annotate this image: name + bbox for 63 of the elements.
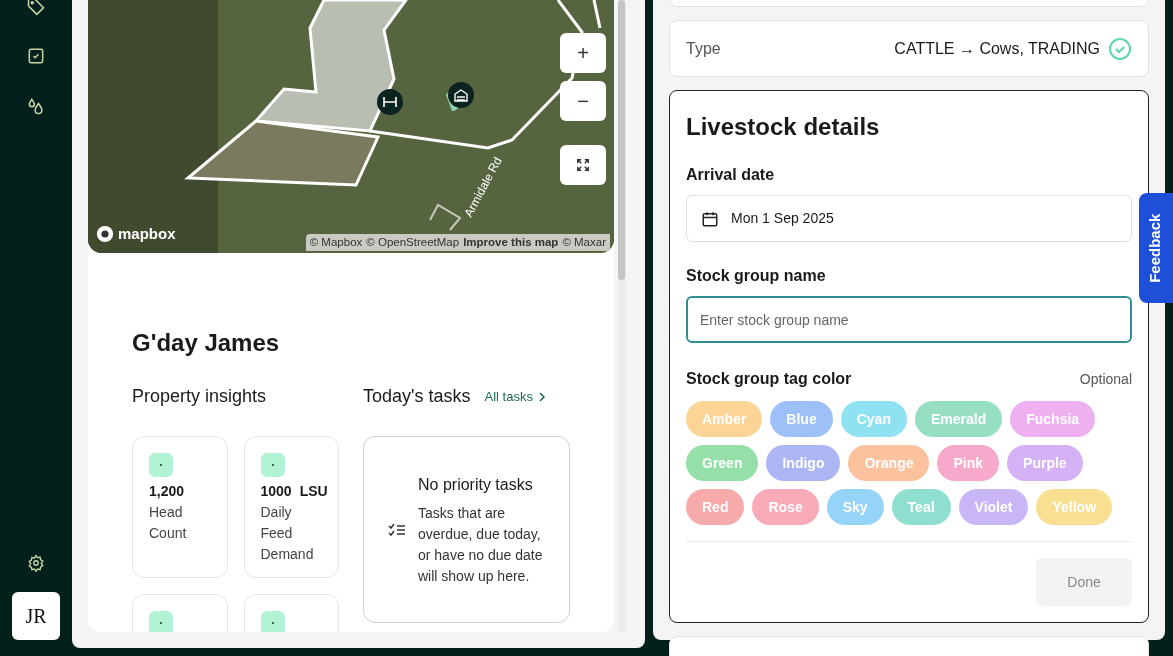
mapbox-logo-text: mapbox <box>118 223 176 244</box>
livestock-heading: Livestock details <box>686 112 881 142</box>
checkbox-icon[interactable] <box>26 46 46 66</box>
tag-color-chip[interactable]: Red <box>686 489 745 525</box>
arrival-date-field[interactable]: Mon 1 Sep 2025 <box>686 195 1132 242</box>
arrival-label: Arrival date <box>686 165 776 185</box>
all-tasks-link[interactable]: All tasks <box>484 386 547 407</box>
insight-value: 1000 <box>260 482 292 501</box>
insight-label: Daily Feed Demand <box>260 503 315 564</box>
settings-icon[interactable] <box>27 554 45 572</box>
insight-icon <box>149 611 173 632</box>
insight-card[interactable]: 1,200 Head Count <box>132 436 228 578</box>
tasks-heading: Today's tasks <box>363 385 471 408</box>
stock-group-name-input[interactable]: Enter stock group name <box>686 296 1132 343</box>
type-value: CATTLE → Cows, TRADING <box>894 38 1100 59</box>
attribution-link[interactable]: © Maxar <box>562 233 606 251</box>
empty-description: Tasks that are overdue, due today, or have no due date will show up here. <box>418 503 544 586</box>
feedback-tab[interactable]: Feedback <box>1139 193 1173 303</box>
tag-color-chip[interactable]: Violet <box>958 489 1029 525</box>
empty-title: No priority tasks <box>418 474 534 495</box>
zoom-out-button[interactable]: − <box>560 81 606 121</box>
name-label: Stock group name <box>686 266 827 286</box>
tag-color-chip[interactable]: Teal <box>891 489 951 525</box>
mapbox-logo-icon <box>96 224 114 243</box>
tag-color-chip[interactable]: Yellow <box>1036 489 1113 525</box>
insight-value: 1,200 <box>149 482 185 501</box>
fullscreen-icon <box>576 158 590 172</box>
zoom-in-button[interactable]: + <box>560 33 606 73</box>
insight-icon <box>260 611 285 632</box>
attribution-link[interactable]: Improve this map <box>463 233 559 251</box>
type-row[interactable]: Type CATTLE → Cows, TRADING <box>669 20 1149 77</box>
tag-color-chip[interactable]: Emerald <box>914 401 1003 437</box>
calendar-icon <box>701 209 719 228</box>
tag-color-chip[interactable]: Purple <box>1007 445 1083 481</box>
fullscreen-button[interactable] <box>560 145 606 185</box>
tag-color-chip[interactable]: Sky <box>826 489 884 525</box>
tag-color-chip[interactable]: Cyan <box>840 401 907 437</box>
tag-color-chip[interactable]: Pink <box>937 445 1000 481</box>
optional-hint: Optional <box>1079 369 1132 389</box>
droplets-icon[interactable] <box>26 96 46 116</box>
greeting-heading: G'day James <box>132 328 281 358</box>
tag-color-chip[interactable]: Green <box>686 445 759 481</box>
scrollbar-thumb[interactable] <box>618 0 625 280</box>
insight-icon <box>260 453 285 477</box>
tag-color-chip[interactable]: Fuchsia <box>1010 401 1096 437</box>
chevron-right-icon <box>536 391 547 402</box>
attribution-link[interactable]: © Mapbox <box>309 233 363 251</box>
insight-unit: LSU <box>299 482 328 501</box>
insight-icon <box>149 453 173 477</box>
tag-color-label: Stock group tag color <box>686 369 852 389</box>
tag-color-chip[interactable]: Blue <box>770 401 833 437</box>
type-label: Type <box>686 38 721 59</box>
tag-color-chip[interactable]: Indigo <box>766 445 841 481</box>
tag-color-chip[interactable]: Amber <box>686 401 763 437</box>
insight-card[interactable]: 1000 LSU Daily Feed Demand <box>243 436 339 578</box>
tag-icon[interactable] <box>26 0 46 16</box>
insights-heading: Property insights <box>132 385 268 408</box>
tag-color-chip[interactable]: Rose <box>752 489 819 525</box>
checklist-icon <box>388 522 406 537</box>
attribution-link[interactable]: © OpenStreetMap <box>366 233 460 251</box>
insight-label: Head Count <box>149 503 188 543</box>
tag-color-chip[interactable]: Orange <box>848 445 930 481</box>
user-avatar[interactable]: JR <box>12 592 60 640</box>
